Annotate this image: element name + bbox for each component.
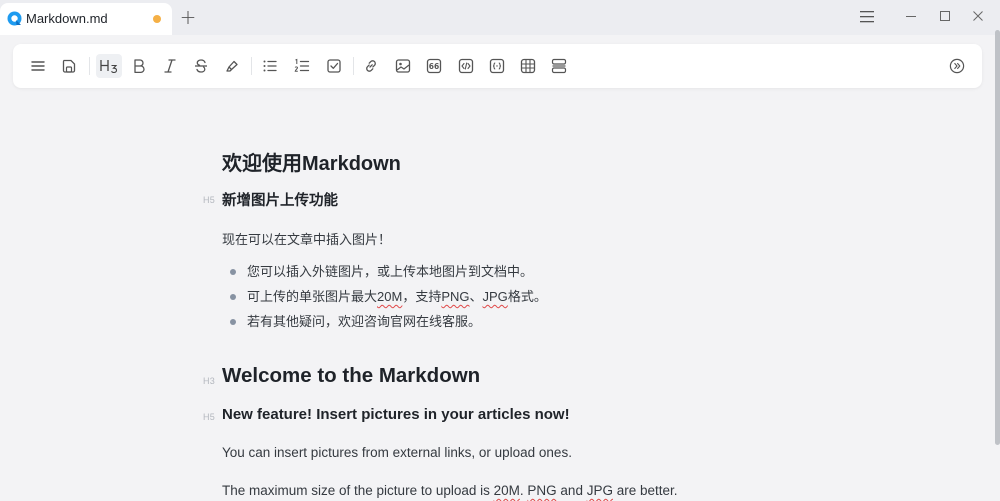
expand-icon [949, 58, 965, 74]
code-block-icon [489, 58, 505, 74]
list-item-text: 若有其他疑问，欢迎咨询官网在线客服。 [247, 314, 482, 329]
heading-level-tag: H5 [203, 412, 216, 422]
new-tab-button[interactable]: + [178, 7, 198, 27]
unsaved-dot-icon [153, 15, 161, 23]
close-icon [973, 11, 983, 21]
table-button[interactable] [516, 54, 540, 78]
title-bar: Markdown.md + [0, 0, 1000, 35]
bold-button[interactable] [127, 54, 151, 78]
bullet-icon [230, 269, 236, 275]
code-icon [458, 58, 474, 74]
link-icon [366, 60, 376, 72]
list-item-text: 、 [469, 289, 483, 304]
tab-title: Markdown.md [26, 11, 108, 26]
toolbar-separator [89, 57, 90, 75]
highlight-icon [226, 60, 238, 72]
heading-icon [100, 60, 118, 74]
spellcheck-word: 20M [377, 289, 403, 304]
spellcheck-word: PNG [527, 483, 557, 498]
paragraph-chinese[interactable]: 现在可以在文章中插入图片！ [222, 229, 391, 248]
bullet-icon [230, 319, 236, 325]
save-button[interactable] [57, 54, 81, 78]
hamburger-icon [860, 11, 874, 23]
minimize-icon [906, 16, 916, 17]
spellcheck-word: JPG [586, 483, 613, 498]
strikethrough-icon [195, 59, 207, 73]
close-button[interactable] [966, 6, 990, 28]
divider-button[interactable] [547, 54, 571, 78]
quote-icon: 66 [426, 58, 442, 74]
ordered-list-button[interactable] [290, 54, 314, 78]
list-item[interactable]: 可上传的单张图片最大20M，支持PNG、JPG格式。 [230, 288, 547, 313]
task-list-button[interactable] [322, 54, 346, 78]
highlight-button[interactable] [220, 54, 244, 78]
spellcheck-word: PNG [441, 289, 470, 304]
heading-button[interactable] [96, 54, 122, 78]
divider-icon [551, 58, 567, 74]
heading-level-tag: H3 [203, 376, 216, 386]
paragraph-text: are better. [612, 483, 678, 498]
maximize-icon [940, 11, 950, 21]
menu-button[interactable] [26, 54, 50, 78]
image-icon [395, 59, 411, 73]
app-menu-button[interactable] [855, 6, 879, 28]
code-block-button[interactable] [485, 54, 509, 78]
list-item[interactable]: 若有其他疑问，欢迎咨询官网在线客服。 [230, 313, 547, 338]
paragraph-text: and [556, 483, 587, 498]
heading-1-chinese[interactable]: 欢迎使用Markdown [222, 147, 401, 176]
spellcheck-word: 20M [493, 483, 520, 498]
format-toolbar: 66 [13, 44, 982, 88]
maximize-button[interactable] [933, 6, 957, 28]
minimize-button[interactable] [899, 6, 923, 28]
ordered-list-icon [294, 58, 310, 72]
spellcheck-word: JPG [482, 289, 508, 304]
app-logo-icon [7, 11, 22, 26]
italic-icon [164, 59, 176, 73]
menu-icon [31, 61, 45, 71]
list-item[interactable]: 您可以插入外链图片，或上传本地图片到文档中。 [230, 263, 547, 288]
link-button[interactable] [359, 54, 383, 78]
toolbar-separator [353, 57, 354, 75]
strikethrough-button[interactable] [189, 54, 213, 78]
list-item-text: 格式。 [507, 289, 547, 304]
document-editor[interactable]: 欢迎使用Markdown H5 新增图片上传功能 现在可以在文章中插入图片！ 您… [0, 88, 1000, 501]
task-list-icon [327, 59, 341, 73]
bullet-list-icon [263, 60, 277, 72]
toolbar-separator [251, 57, 252, 75]
paragraph-text: The maximum size of the picture to uploa… [222, 483, 494, 498]
bullet-icon [230, 294, 236, 300]
paragraph-english-2[interactable]: The maximum size of the picture to uploa… [222, 483, 678, 498]
table-icon [520, 58, 536, 74]
document-tab[interactable]: Markdown.md [0, 3, 172, 35]
heading-1-english[interactable]: Welcome to the Markdown [222, 364, 480, 388]
list-item-text: 可上传的单张图片最大 [247, 289, 378, 304]
code-button[interactable] [454, 54, 478, 78]
list-item-text: 您可以插入外链图片，或上传本地图片到文档中。 [247, 264, 534, 279]
svg-text:66: 66 [429, 62, 439, 71]
expand-button[interactable] [945, 54, 969, 78]
bold-icon [134, 59, 145, 74]
italic-button[interactable] [158, 54, 182, 78]
image-button[interactable] [391, 54, 415, 78]
bullet-list: 您可以插入外链图片，或上传本地图片到文档中。 可上传的单张图片最大20M，支持P… [230, 263, 547, 338]
quote-button[interactable]: 66 [422, 54, 446, 78]
paragraph-english-1[interactable]: You can insert pictures from external li… [222, 445, 572, 460]
bullet-list-button[interactable] [258, 54, 282, 78]
list-item-text: ，支持 [402, 289, 442, 304]
heading-5-chinese[interactable]: 新增图片上传功能 [222, 189, 338, 210]
heading-level-tag: H5 [203, 195, 216, 205]
heading-5-english[interactable]: New feature! Insert pictures in your art… [222, 406, 570, 423]
save-icon [62, 59, 76, 73]
